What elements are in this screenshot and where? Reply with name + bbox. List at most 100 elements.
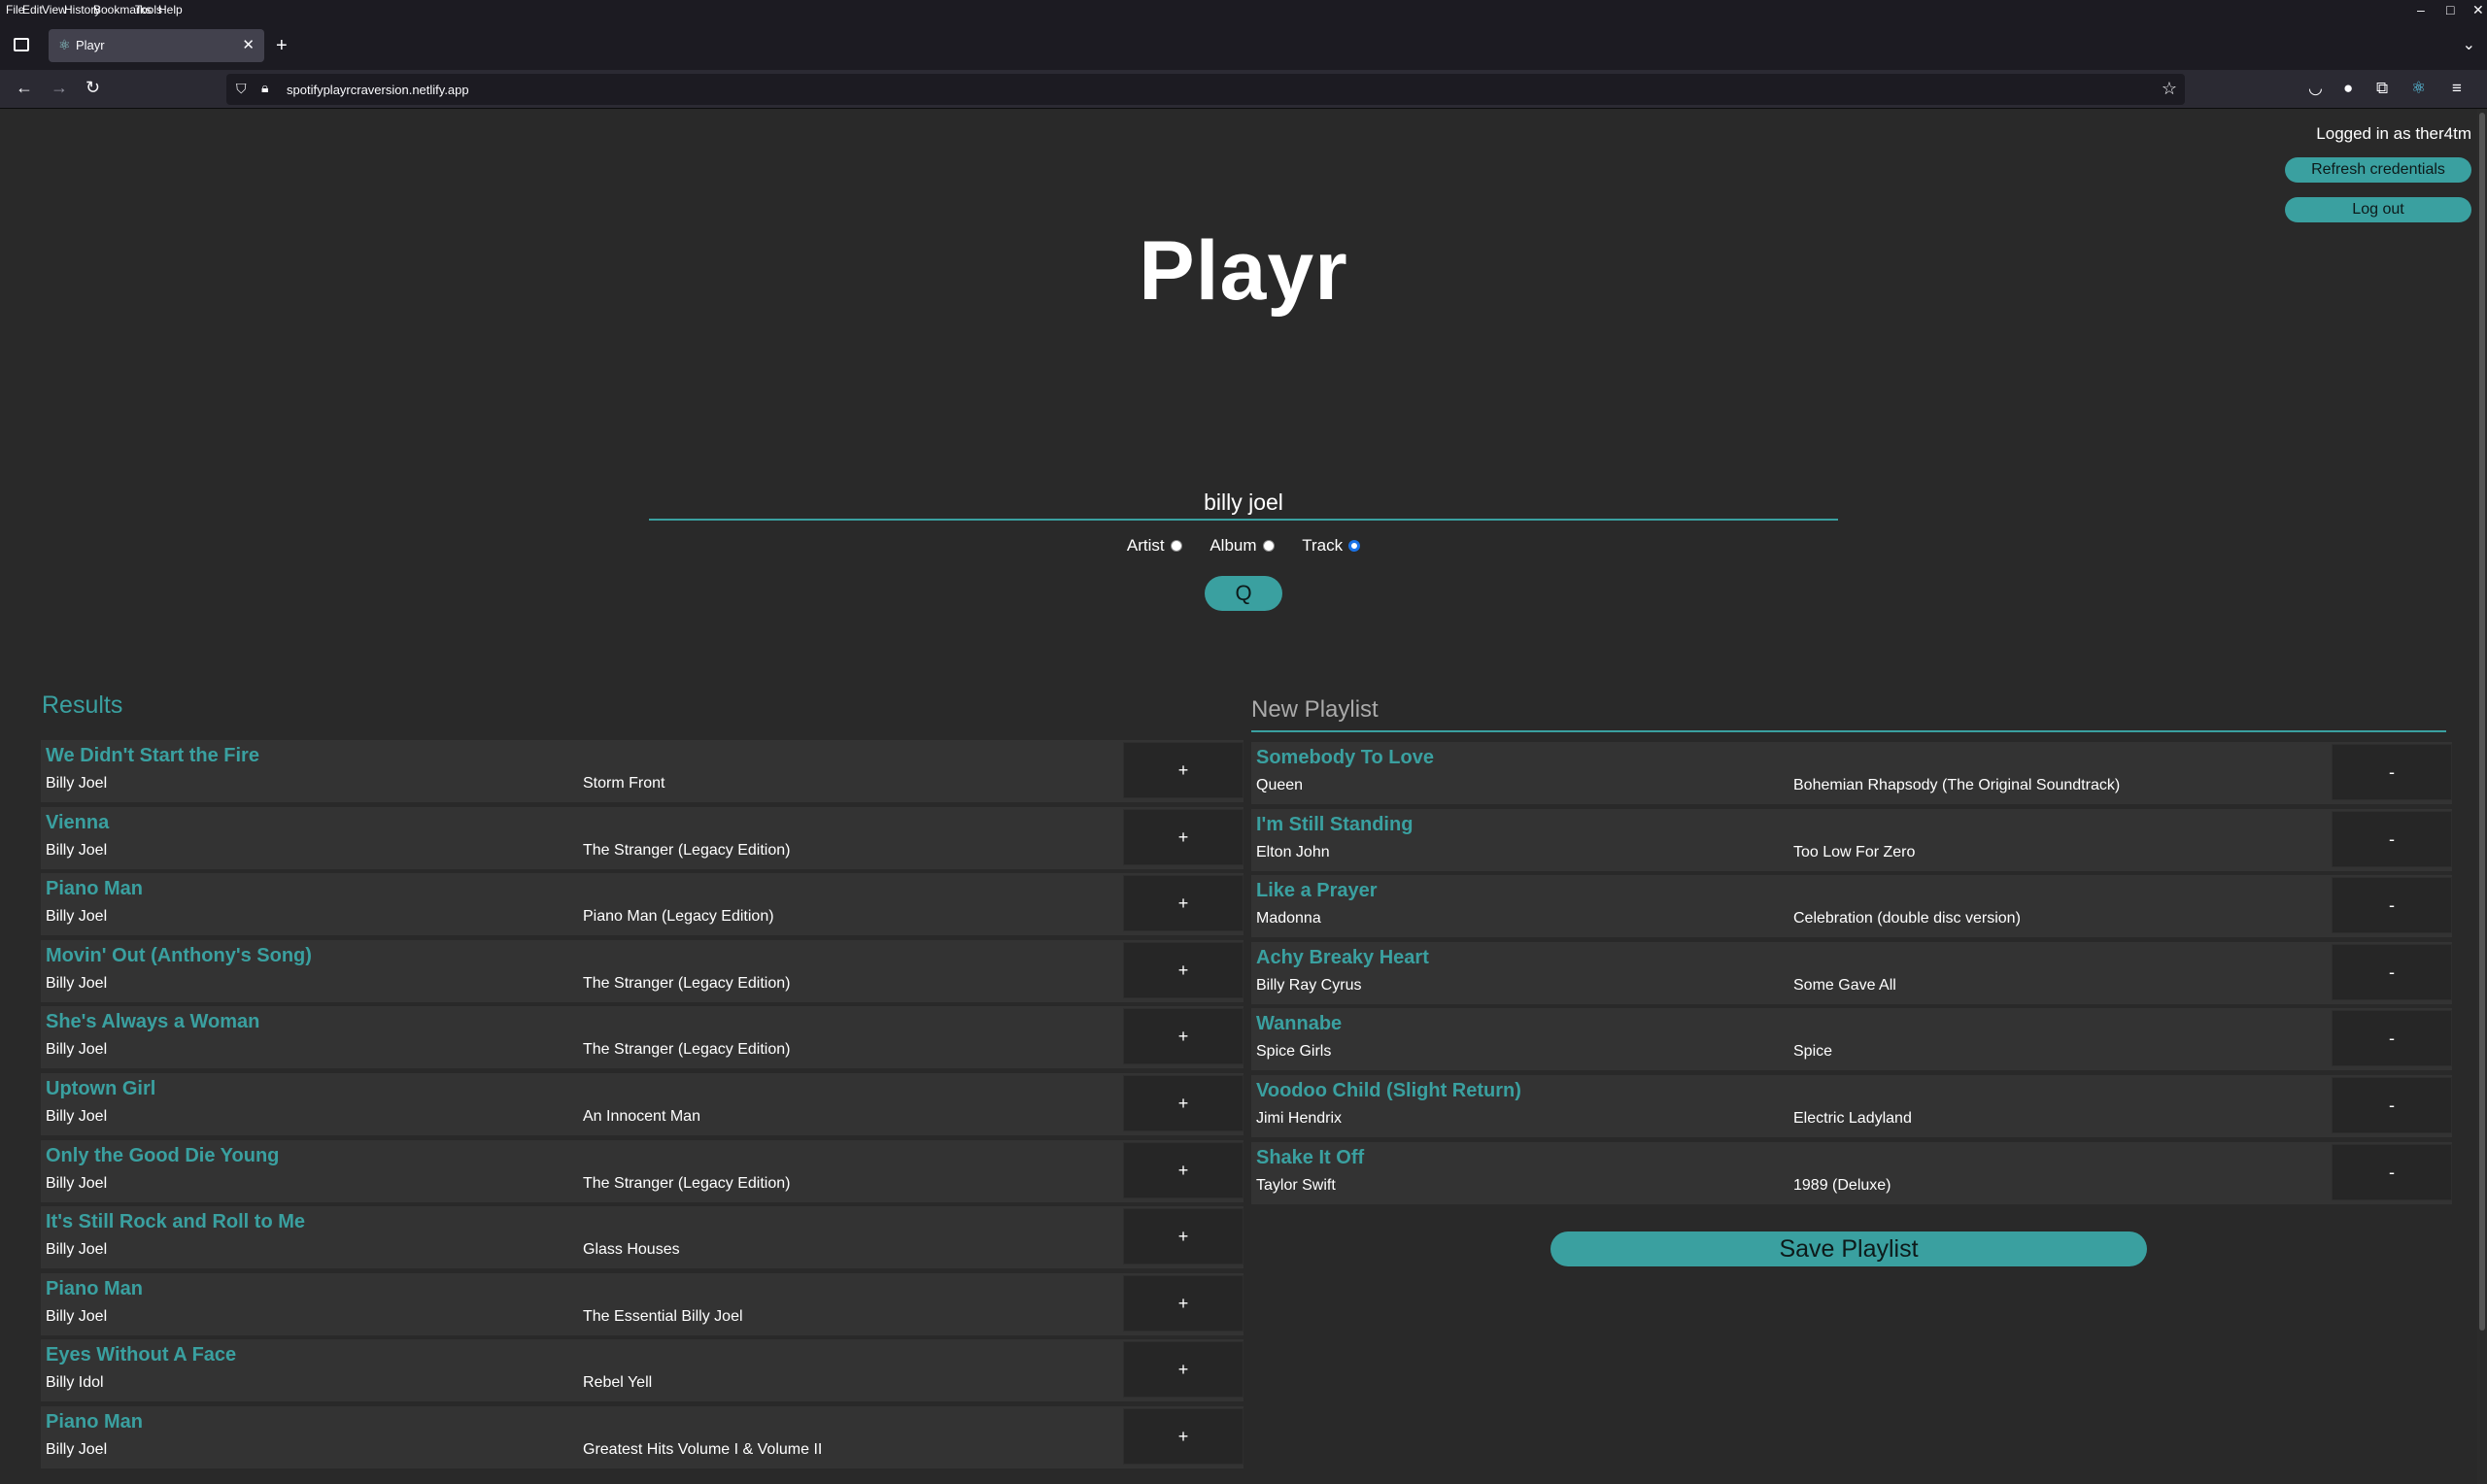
track-row: Voodoo Child (Slight Return) Jimi Hendrix… [1251, 1074, 2452, 1137]
extensions-icon[interactable]: ⧉ [2376, 79, 2388, 98]
maximize-icon[interactable]: □ [2446, 2, 2454, 17]
pocket-icon[interactable]: ◡ [2308, 79, 2323, 98]
radio-album[interactable]: Album [1209, 536, 1275, 556]
track-name: Somebody To Love [1256, 747, 1434, 768]
track-album: Rebel Yell [583, 1374, 653, 1392]
minimize-icon[interactable]: – [2417, 2, 2425, 17]
track-row: Shake It Off Taylor Swift 1989 (Deluxe) - [1251, 1141, 2452, 1204]
track-row: Vienna Billy Joel The Stranger (Legacy Edi… [41, 806, 1244, 869]
close-window-icon[interactable]: ✕ [2472, 2, 2484, 18]
app-title: Playr [1139, 224, 1348, 318]
track-row: Piano Man Billy Joel Greatest Hits Volume … [41, 1405, 1244, 1468]
menu-view[interactable]: View [42, 3, 67, 17]
radio-artist-input[interactable] [1170, 540, 1182, 552]
add-track-button[interactable]: + [1123, 1341, 1244, 1399]
track-album: Greatest Hits Volume I & Volume II [583, 1440, 823, 1458]
remove-track-button[interactable]: - [2332, 1010, 2452, 1067]
remove-track-button[interactable]: - [2332, 1076, 2452, 1133]
track-name: Eyes Without A Face [46, 1344, 237, 1366]
back-icon[interactable]: ← [16, 78, 33, 98]
url-text[interactable]: spotifyplayrcraversion.netlify.app [287, 83, 469, 97]
add-track-button[interactable]: + [1123, 1407, 1244, 1465]
scrollbar-thumb[interactable] [2479, 113, 2485, 1331]
forward-icon[interactable]: → [51, 78, 68, 98]
track-album: 1989 (Deluxe) [1793, 1176, 1891, 1194]
bookmark-star-icon[interactable]: ☆ [2162, 79, 2177, 99]
browser-tabbar: ⚛ Playr ✕ + ⌄ [0, 19, 2487, 70]
account-icon[interactable]: ● [2343, 79, 2353, 98]
track-row: Wannabe Spice Girls Spice - [1251, 1008, 2452, 1071]
track-artist: Billy Joel [46, 1041, 108, 1059]
add-track-button[interactable]: + [1123, 742, 1244, 798]
add-track-button[interactable]: + [1123, 875, 1244, 932]
playlist-name-input[interactable] [1251, 690, 2446, 732]
radio-album-input[interactable] [1262, 540, 1275, 552]
track-name: Like a Prayer [1256, 880, 1378, 902]
search-button[interactable]: Q [1205, 576, 1282, 611]
search-input[interactable] [649, 486, 1838, 521]
track-row: Uptown Girl Billy Joel An Innocent Man + [41, 1072, 1244, 1135]
add-track-button[interactable]: + [1123, 808, 1244, 865]
track-name: Movin' Out (Anthony's Song) [46, 944, 312, 966]
chevron-down-icon[interactable]: ⌄ [2463, 35, 2475, 54]
track-album: An Innocent Man [583, 1107, 700, 1125]
radio-album-label: Album [1209, 536, 1257, 555]
results-title: Results [42, 691, 123, 719]
save-playlist-button[interactable]: Save Playlist [1550, 1231, 2147, 1266]
track-name: Piano Man [46, 1410, 144, 1433]
track-row: Somebody To Love Queen Bohemian Rhapsody (… [1251, 742, 2452, 804]
menu-help[interactable]: Help [158, 3, 183, 17]
add-track-button[interactable]: + [1123, 1208, 1244, 1265]
track-artist: Billy Idol [46, 1374, 104, 1392]
track-row: Movin' Out (Anthony's Song) Billy Joel The… [41, 939, 1244, 1002]
remove-track-button[interactable]: - [2332, 744, 2452, 800]
shield-icon[interactable]: ⛉ [236, 81, 247, 97]
track-album: Electric Ladyland [1793, 1109, 1912, 1127]
radio-track-input[interactable] [1348, 540, 1361, 552]
track-name: Only the Good Die Young [46, 1144, 280, 1166]
new-tab-icon[interactable]: + [276, 35, 288, 57]
track-album: Glass Houses [583, 1241, 680, 1259]
remove-track-button[interactable]: - [2332, 877, 2452, 934]
tab-list-icon[interactable] [14, 38, 29, 51]
add-track-button[interactable]: + [1123, 1141, 1244, 1198]
reload-icon[interactable]: ↻ [85, 78, 100, 98]
react-devtools-icon[interactable]: ⚛ [2411, 79, 2426, 98]
track-row: Piano Man Billy Joel Piano Man (Legacy Edi… [41, 873, 1244, 936]
track-name: Piano Man [46, 878, 144, 900]
logout-button[interactable]: Log out [2285, 197, 2471, 222]
browser-tab[interactable]: ⚛ Playr ✕ [49, 29, 264, 62]
track-name: Uptown Girl [46, 1077, 156, 1099]
lock-icon[interactable]: 🔒︎ [261, 80, 268, 96]
hamburger-menu-icon[interactable]: ≡ [2452, 79, 2462, 98]
login-area: Logged in as ther4tm Refresh credentials… [2267, 124, 2471, 237]
radio-artist[interactable]: Artist [1127, 536, 1182, 556]
track-artist: Billy Ray Cyrus [1256, 976, 1362, 994]
add-track-button[interactable]: + [1123, 1074, 1244, 1131]
remove-track-button[interactable]: - [2332, 810, 2452, 867]
track-album: Storm Front [583, 775, 665, 792]
page-scrollbar[interactable] [2477, 109, 2487, 1484]
tab-title: Playr [76, 38, 105, 52]
track-artist: Elton John [1256, 843, 1330, 860]
close-tab-icon[interactable]: ✕ [242, 36, 255, 53]
radio-track-label: Track [1302, 536, 1344, 555]
track-album: Some Gave All [1793, 976, 1896, 994]
track-name: Voodoo Child (Slight Return) [1256, 1079, 1521, 1101]
track-row: Piano Man Billy Joel The Essential Billy J… [41, 1272, 1244, 1335]
track-row: It's Still Rock and Roll to Me Billy Joel… [41, 1206, 1244, 1269]
track-artist: Billy Joel [46, 1107, 108, 1125]
menu-edit[interactable]: Edit [22, 3, 43, 17]
address-bar[interactable]: ⛉ 🔒︎ spotifyplayrcraversion.netlify.app … [226, 74, 2185, 105]
track-artist: Billy Joel [46, 1174, 108, 1192]
track-artist: Billy Joel [46, 775, 108, 792]
add-track-button[interactable]: + [1123, 1008, 1244, 1065]
radio-track[interactable]: Track [1302, 536, 1361, 556]
track-row: We Didn't Start the Fire Billy Joel Storm … [41, 740, 1244, 802]
refresh-credentials-button[interactable]: Refresh credentials [2285, 157, 2471, 183]
track-album: The Stranger (Legacy Edition) [583, 841, 791, 859]
add-track-button[interactable]: + [1123, 941, 1244, 998]
remove-track-button[interactable]: - [2332, 1143, 2452, 1200]
add-track-button[interactable]: + [1123, 1274, 1244, 1332]
remove-track-button[interactable]: - [2332, 943, 2452, 1000]
